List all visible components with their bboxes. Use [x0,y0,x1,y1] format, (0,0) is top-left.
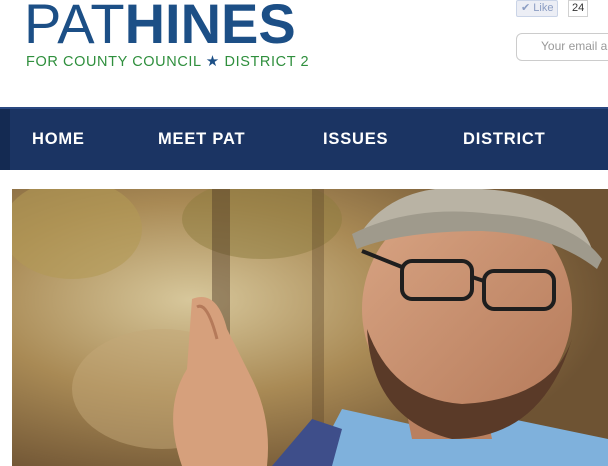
logo-first-name: PAT [24,0,125,55]
logo-last-name: HINES [124,0,296,55]
nav-item-meet-pat[interactable]: MEET PAT [158,130,245,149]
nav-item-issues[interactable]: ISSUES [323,130,388,149]
check-icon: ✔ [521,2,531,14]
photo-of-candidate-icon [12,189,608,466]
email-field[interactable]: Your email a [516,33,608,61]
facebook-like-button[interactable]: ✔ Like [516,0,559,17]
tagline-office: FOR COUNTY COUNCIL [26,54,202,70]
hero-photo [12,189,608,466]
like-count: 24 [568,0,589,17]
nav-item-district[interactable]: DISTRICT [463,130,545,149]
like-label: Like [533,2,554,14]
site-logo[interactable]: PATHINES FOR COUNTY COUNCIL ★ DISTRICT 2 [24,0,309,70]
logo-wordmark: PATHINES [24,0,296,54]
email-placeholder: Your email a [541,39,608,53]
tagline-district: DISTRICT 2 [224,54,310,70]
nav-accent-bar [0,109,10,170]
nav-item-home[interactable]: HOME [32,130,85,149]
star-icon: ★ [205,53,220,70]
site-header: PATHINES FOR COUNTY COUNCIL ★ DISTRICT 2… [0,0,608,106]
logo-tagline: FOR COUNTY COUNCIL ★ DISTRICT 2 [26,52,309,70]
main-nav: HOME MEET PAT ISSUES DISTRICT [0,107,608,170]
